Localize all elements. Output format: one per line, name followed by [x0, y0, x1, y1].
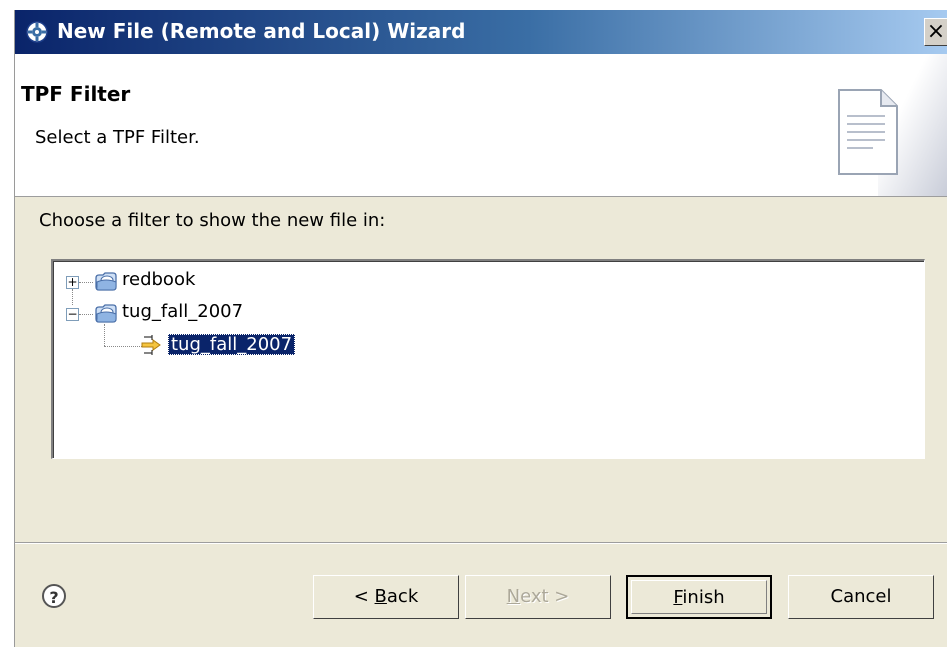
- tree-connector: [79, 282, 93, 283]
- filter-folder-icon: [95, 304, 117, 323]
- expand-toggle-redbook[interactable]: +: [66, 276, 79, 289]
- minus-icon: −: [67, 307, 78, 321]
- filter-tree-viewport: + redbook − tug_fall_2007 tug_fall_2007: [53, 261, 924, 458]
- wizard-header: TPF Filter Select a TPF Filter.: [15, 54, 947, 197]
- gear-icon: [26, 21, 48, 43]
- tree-connector: [79, 314, 93, 315]
- back-button-prefix: <: [353, 586, 375, 607]
- help-icon[interactable]: ?: [42, 584, 66, 608]
- back-button[interactable]: < Back: [313, 575, 459, 619]
- cancel-button-label: Cancel: [830, 586, 892, 607]
- cancel-button[interactable]: Cancel: [788, 575, 934, 619]
- filter-tree[interactable]: + redbook − tug_fall_2007 tug_fall_2007: [51, 259, 925, 459]
- close-button[interactable]: ×: [924, 18, 947, 46]
- back-button-label: ack: [386, 586, 419, 607]
- tree-node-label-selected[interactable]: tug_fall_2007: [168, 334, 296, 355]
- tree-node-label[interactable]: tug_fall_2007: [122, 301, 243, 322]
- footer-separator: [15, 542, 947, 544]
- tree-connector: [104, 346, 142, 347]
- wizard-dialog: New File (Remote and Local) Wizard × TPF…: [14, 10, 947, 647]
- collapse-toggle-tug-fall-2007[interactable]: −: [66, 308, 79, 321]
- next-button-label: ext >: [520, 586, 570, 607]
- window-title: New File (Remote and Local) Wizard: [57, 19, 466, 43]
- close-icon: ×: [926, 19, 946, 44]
- help-glyph: ?: [49, 588, 59, 607]
- document-icon: [838, 89, 898, 175]
- title-bar[interactable]: New File (Remote and Local) Wizard ×: [15, 10, 947, 54]
- next-button-mnemonic: N: [506, 586, 521, 607]
- tree-node-label[interactable]: redbook: [122, 269, 195, 290]
- finish-button[interactable]: Finish: [626, 575, 772, 619]
- plus-icon: +: [67, 275, 78, 289]
- filter-arrow-icon: [141, 335, 161, 355]
- page-description: Select a TPF Filter.: [35, 127, 200, 148]
- filter-folder-icon: [95, 272, 117, 291]
- tree-connector: [104, 324, 105, 346]
- back-button-mnemonic: B: [374, 586, 387, 607]
- page-title: TPF Filter: [21, 82, 131, 106]
- filter-prompt: Choose a filter to show the new file in:: [39, 210, 386, 231]
- finish-button-label: inish: [682, 587, 725, 608]
- tree-connector: [72, 289, 73, 305]
- next-button[interactable]: Next >: [465, 575, 611, 619]
